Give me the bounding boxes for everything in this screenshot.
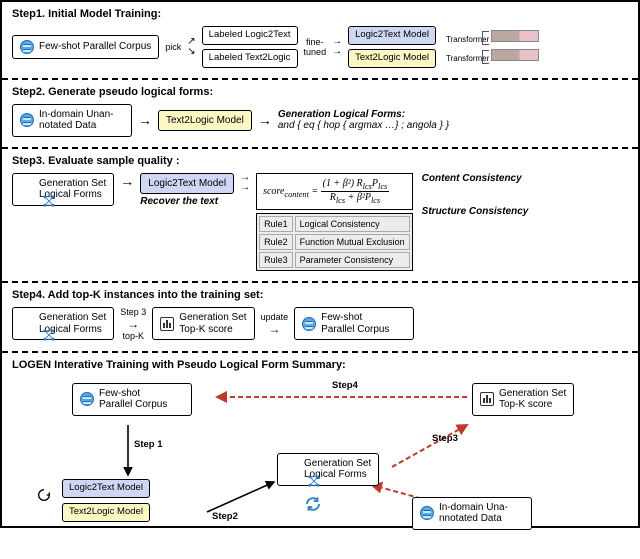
- l2t-label: Logic2Text Model: [69, 483, 143, 494]
- step1-title: Step1. Initial Model Training:: [12, 8, 628, 20]
- database-icon: [20, 113, 34, 127]
- transformer-icon: [491, 30, 539, 42]
- transformer-badge-2: Transformer: [446, 49, 539, 64]
- finetuned-label: fine- tuned: [304, 37, 327, 57]
- step2-title: Step2. Generate pseudo logical forms:: [12, 86, 628, 98]
- gen-topk-label: Generation Set Top-K score: [179, 312, 246, 335]
- text2logic-model-box: Text2Logic Model: [348, 49, 436, 68]
- topk-edge-label: top-K: [123, 331, 145, 341]
- step4-edge-label: Step4: [332, 380, 358, 391]
- t2l-model-label: Text2Logic Model: [166, 115, 244, 127]
- rule2-value: Function Mutual Exclusion: [295, 234, 410, 250]
- arrow-right-icon: →: [120, 173, 134, 189]
- arrow-right-icon: →: [138, 112, 152, 128]
- l2t-model-label: Logic2Text Model: [355, 30, 429, 41]
- rule2-label: Rule2: [259, 234, 293, 250]
- step2-section: Step2. Generate pseudo logical forms: In…: [2, 80, 638, 149]
- gen-topk-label: Generation Set Top-K score: [499, 388, 566, 411]
- fewshot-corpus-label: Few-shot Parallel Corpus: [99, 388, 167, 411]
- fewshot-corpus-box: Few-shot Parallel Corpus: [12, 35, 159, 59]
- generation-set-box: Generation Set Logical Forms: [277, 453, 379, 486]
- database-icon: [302, 317, 316, 331]
- step4-section: Step4. Add top-K instances into the trai…: [2, 283, 638, 353]
- step1-edge-label: Step 1: [134, 439, 163, 450]
- cycle-icon: [36, 487, 52, 503]
- gen-topk-box: Generation Set Top-K score: [152, 307, 254, 340]
- gen-topk-box: Generation Set Top-K score: [472, 383, 574, 416]
- score-formula-box: scorecontent = (1 + β²) RlcsPlcsRlcs + β…: [256, 173, 413, 210]
- labeled-l2t-box: Labeled Logic2Text: [202, 26, 298, 45]
- step3-title: Step3. Evaluate sample quality :: [12, 155, 628, 167]
- fewshot-corpus-box: Few-shot Parallel Corpus: [294, 307, 414, 340]
- bar-chart-icon: [160, 317, 174, 331]
- rule1-label: Rule1: [259, 216, 293, 232]
- step1-section: Step1. Initial Model Training: Few-shot …: [2, 2, 638, 80]
- database-icon: [80, 392, 94, 406]
- fewshot-corpus-box: Few-shot Parallel Corpus: [72, 383, 192, 416]
- recover-text-label: Recover the text: [140, 196, 234, 207]
- gen-title: Generation Logical Forms:: [278, 109, 449, 120]
- step3-edge-label: Step 3: [120, 307, 146, 317]
- content-consistency-label: Content Consistency: [422, 173, 529, 184]
- to-models-arrow-icon: →→: [332, 37, 342, 57]
- indomain-label: In-domain Una- nnotated Data: [439, 502, 508, 525]
- transformer-badge-1: Transformer: [446, 30, 539, 45]
- text2logic-model-box: Text2Logic Model: [62, 503, 150, 522]
- generation-caption: Generation Logical Forms: and { eq { hop…: [278, 109, 449, 131]
- labeled-t2l-label: Labeled Text2Logic: [209, 53, 291, 64]
- generation-set-box: Generation Set Logical Forms: [12, 173, 114, 206]
- rules-table: Rule1Logical Consistency Rule2Function M…: [256, 213, 413, 271]
- logic2text-model-box: Logic2Text Model: [140, 173, 234, 195]
- text2logic-model-box: Text2Logic Model: [158, 110, 252, 132]
- l2t-model-label: Logic2Text Model: [148, 178, 226, 190]
- database-icon: [420, 506, 434, 520]
- step3-section: Step3. Evaluate sample quality : Generat…: [2, 149, 638, 283]
- step3-edge-label: Step3: [432, 433, 458, 444]
- structure-consistency-label: Structure Consistency: [422, 206, 529, 217]
- gen-example: and { eq { hop { argmax …} ; angola } }: [278, 120, 449, 131]
- transformer-icon: [491, 49, 539, 61]
- flow-icon: [285, 462, 299, 476]
- bar-chart-icon: [480, 392, 494, 406]
- fewshot-corpus-label: Few-shot Parallel Corpus: [39, 41, 151, 53]
- indomain-data-box: In-domain Una- nnotated Data: [412, 497, 532, 530]
- flow-icon: [20, 317, 34, 331]
- recycle-icon: [304, 495, 322, 513]
- update-edge-label: update: [261, 312, 289, 322]
- split-arrow-icon: ↗↘: [187, 37, 195, 57]
- rule1-value: Logical Consistency: [295, 216, 410, 232]
- step2-edge-label: Step2: [212, 511, 238, 522]
- indomain-data-box: In-domain Unan- notated Data: [12, 104, 132, 137]
- step4-title: Step4. Add top-K instances into the trai…: [12, 289, 628, 301]
- split-arrow-icon: →→: [240, 173, 250, 193]
- indomain-label: In-domain Unan- notated Data: [39, 109, 113, 132]
- fewshot-corpus-label: Few-shot Parallel Corpus: [321, 312, 389, 335]
- pick-label: pick: [165, 42, 181, 52]
- database-icon: [20, 40, 34, 54]
- t2l-label: Text2Logic Model: [69, 507, 143, 518]
- logic2text-model-box: Logic2Text Model: [348, 26, 436, 45]
- labeled-t2l-box: Labeled Text2Logic: [202, 49, 298, 68]
- rule3-value: Parameter Consistency: [295, 252, 410, 268]
- flow-icon: [20, 182, 34, 196]
- labeled-l2t-label: Labeled Logic2Text: [209, 30, 291, 41]
- logic2text-model-box: Logic2Text Model: [62, 479, 150, 498]
- arrow-right-icon: →: [258, 112, 272, 128]
- t2l-model-label: Text2Logic Model: [355, 53, 429, 64]
- rule3-label: Rule3: [259, 252, 293, 268]
- generation-set-box: Generation Set Logical Forms: [12, 307, 114, 340]
- summary-title: LOGEN Interative Training with Pseudo Lo…: [12, 359, 628, 371]
